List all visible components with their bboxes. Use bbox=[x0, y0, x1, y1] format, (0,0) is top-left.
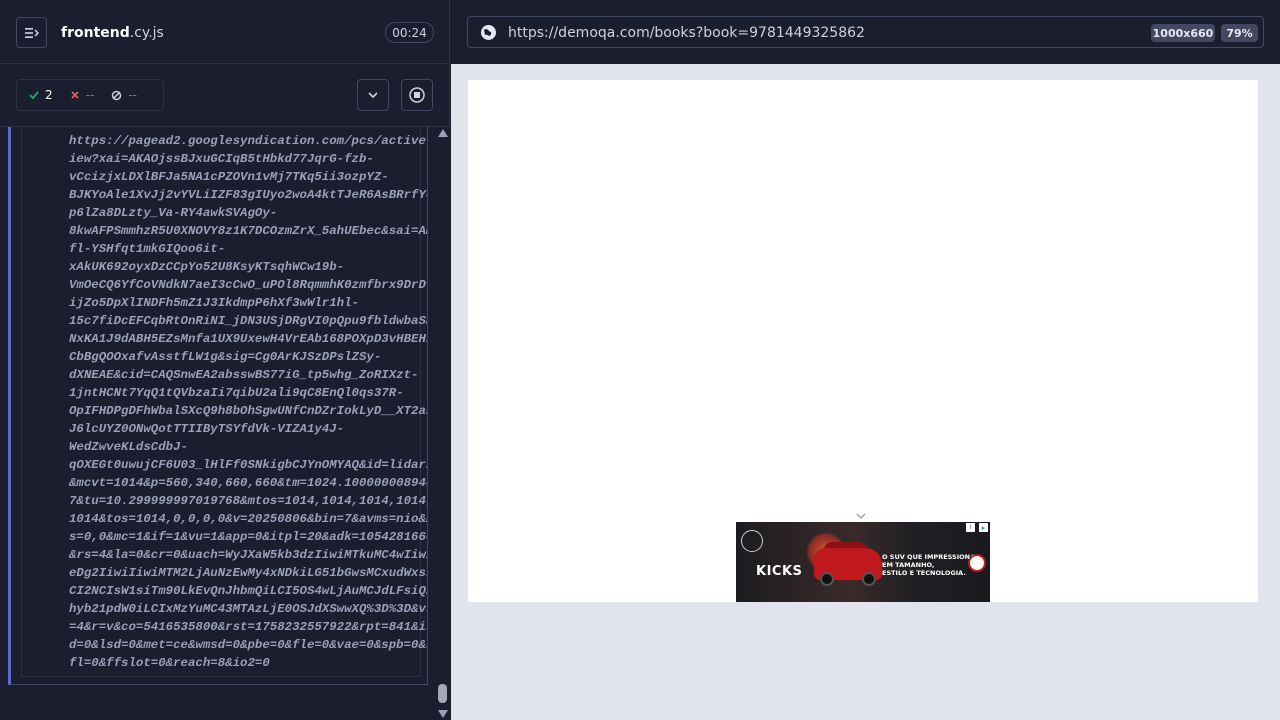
car-wheel bbox=[862, 572, 876, 586]
ad-copy-line: O SUV QUE IMPRESSIONA bbox=[882, 553, 976, 561]
log-scrollbar[interactable] bbox=[436, 127, 450, 720]
ad-kicks-title: KICKS bbox=[756, 564, 803, 579]
log-line: =4&r=v&co=5416535800&rst=1758232557922&r… bbox=[69, 620, 428, 634]
failed-count: -- bbox=[85, 88, 95, 102]
scroll-up-arrow-icon[interactable] bbox=[438, 129, 448, 137]
log-line: OpIFHDPgDFhWbalSXcQ9h8bOhSgwUNfCnDZrIokL… bbox=[69, 404, 428, 418]
command-log-panel: frontend.cy.js 00:24 2 -- -- https://pag… bbox=[0, 0, 450, 720]
spec-name: frontend bbox=[61, 25, 130, 41]
log-line: qOXEGt0uwujCF6U03_lHlFf0SNkigbCJYnOMYAQ&… bbox=[69, 458, 428, 472]
log-line: fl=0&ffslot=0&reach=8&io2=0 bbox=[69, 656, 270, 670]
chevron-down-icon[interactable] bbox=[856, 511, 866, 521]
pending-count: -- bbox=[128, 88, 137, 102]
scroll-down-arrow-icon[interactable] bbox=[438, 710, 448, 718]
log-line: 15c7fiDcEFCqbRtOnRiNI_jDN3USjDRgVI0pQpu9… bbox=[69, 314, 428, 328]
log-line: s=0,0&mc=1&if=1&vu=1&app=0&itpl=20&adk=1… bbox=[69, 530, 428, 544]
log-line: BJKYoAle1XvJj2vYVLiIZF83gIUyo2woA4ktTJeR… bbox=[69, 188, 428, 202]
log-line: xAkUK692oyxDzCCpYo52U8KsyKTsqhWCw19b- bbox=[69, 260, 345, 274]
ad-copy-line: EM TAMANHO, bbox=[882, 561, 935, 569]
log-line: dXNEAE&cid=CAQSnwEA2absswBS77iG_tp5whg_Z… bbox=[69, 368, 419, 382]
log-line: d=0&lsd=0&met=ce&wmsd=0&pbe=0&fle=0&vae=… bbox=[69, 638, 428, 652]
ad-copy-line: ESTILO E TECNOLOGIA. bbox=[882, 569, 966, 577]
scroll-thumb[interactable] bbox=[438, 684, 447, 703]
url-bar[interactable]: https://demoqa.com/books?book=9781449325… bbox=[467, 16, 1264, 48]
log-line: p6lZa8DLzty_Va-RY4awkSVAgOy- bbox=[69, 206, 278, 220]
app-viewport[interactable]: KICKS O SUV QUE IMPRESSIONA EM TAMANHO, … bbox=[468, 80, 1258, 602]
log-line: iew?xai=AKAOjssBJxuGCIqB5tHbkd77JqrG-fzb… bbox=[69, 152, 374, 166]
menu-collapse-icon bbox=[24, 27, 39, 38]
check-icon bbox=[29, 91, 39, 100]
passed-stat: 2 bbox=[29, 88, 53, 102]
stop-icon bbox=[409, 87, 425, 103]
log-line: 1014&tos=1014,0,0,0,0&v=20250806&bin=7&a… bbox=[69, 512, 428, 526]
command-log[interactable]: https://pagead2.googlesyndication.com/pc… bbox=[8, 127, 428, 685]
test-stats: 2 -- -- bbox=[16, 79, 164, 111]
log-line: VmOeCQ6YfCoVNdkN7aeI3cCwO_uPOl8RqmmhK0zm… bbox=[69, 278, 428, 292]
log-line: hyb21pdW0iLCIxMzYuMC43MTAzLjE0OSJdXSwwXQ… bbox=[69, 602, 428, 616]
log-line: vCcizjxLDXlBFJa5NA1cPZOVn1vMj7TKq5ii3ozp… bbox=[69, 170, 389, 184]
aut-header: https://demoqa.com/books?book=9781449325… bbox=[451, 0, 1280, 64]
passed-count: 2 bbox=[45, 88, 53, 102]
log-line: 1jntHCNt7YqQ1tQVbzaIi7qibU2ali9qC8EnQl0q… bbox=[69, 386, 404, 400]
spec-extension: .cy.js bbox=[129, 25, 164, 41]
ad-close-icon[interactable]: ▸ bbox=[979, 523, 988, 532]
advertisement-banner[interactable]: KICKS O SUV QUE IMPRESSIONA EM TAMANHO, … bbox=[736, 522, 990, 602]
aut-panel: https://demoqa.com/books?book=9781449325… bbox=[451, 0, 1280, 720]
ad-copy: O SUV QUE IMPRESSIONA EM TAMANHO, ESTILO… bbox=[882, 553, 975, 577]
pending-stat: -- bbox=[111, 88, 137, 102]
log-line: eDg2IiwiIiwiMTM2LjAuNzEwMy4xNDkiLG51bGws… bbox=[69, 566, 428, 580]
log-line: fl-YSHfqt1mkGIQoo6it- bbox=[69, 242, 226, 256]
log-line: 8kwAFPSmmhzR5U0XNOVY8z1K7DCOzmZrX_5ahUEb… bbox=[69, 224, 428, 238]
log-line: J6lcUYZ0ONwQotTTIIByTSYfdVk-VIZA1y4J- bbox=[69, 422, 345, 436]
spec-filename: frontend.cy.js bbox=[61, 25, 164, 41]
stats-bar: 2 -- -- bbox=[0, 64, 450, 127]
duration-timer: 00:24 bbox=[385, 22, 434, 43]
nissan-logo bbox=[741, 530, 763, 552]
pending-icon bbox=[112, 90, 122, 100]
log-line: CbBgQOOxafvAsstfLW1g&sig=Cg0ArKJSzDPslZS… bbox=[69, 350, 382, 364]
log-line: ijZo5DpXlINDFh5mZ1J3IkdmpP6hXf3wWlr1hl- bbox=[69, 296, 359, 310]
log-line: NxKA1J9dABH5EZsMnfa1UX9UxewH4VrEAb168POX… bbox=[69, 332, 428, 346]
globe-icon bbox=[481, 25, 496, 40]
ad-info-icon[interactable]: i bbox=[966, 523, 975, 532]
log-line: 7&tu=10.299999997019768&mtos=1014,1014,1… bbox=[69, 494, 428, 508]
log-line: WedZwveKLdsCdbJ- bbox=[69, 440, 188, 454]
dropdown-button[interactable] bbox=[357, 79, 389, 111]
toggle-specs-button[interactable] bbox=[16, 17, 47, 48]
viewport-size-badge[interactable]: 1000x660 bbox=[1151, 24, 1215, 42]
failed-stat: -- bbox=[70, 88, 95, 102]
url-text: https://demoqa.com/books?book=9781449325… bbox=[508, 25, 865, 41]
zoom-badge: 79% bbox=[1221, 24, 1258, 42]
ad-seal-icon bbox=[968, 554, 986, 572]
log-line: &rs=4&la=0&cr=0&uach=WyJXaW5kb3dzIiwiMTk… bbox=[69, 548, 428, 562]
log-line: CI2NCIsW1siTm90LkEvQnJhbmQiLCI5OS4wLjAuM… bbox=[69, 584, 428, 598]
log-line: &mcvt=1014&p=560,340,660,660&tm=1024.100… bbox=[69, 476, 428, 490]
chevron-down-icon bbox=[368, 92, 378, 99]
x-icon bbox=[71, 91, 79, 99]
log-url-text: https://pagead2.googlesyndication.com/pc… bbox=[69, 132, 428, 672]
spec-header: frontend.cy.js 00:24 bbox=[0, 0, 450, 64]
stop-button[interactable] bbox=[401, 79, 433, 111]
car-wheel bbox=[820, 572, 834, 586]
log-line: https://pagead2.googlesyndication.com/pc… bbox=[69, 134, 428, 148]
